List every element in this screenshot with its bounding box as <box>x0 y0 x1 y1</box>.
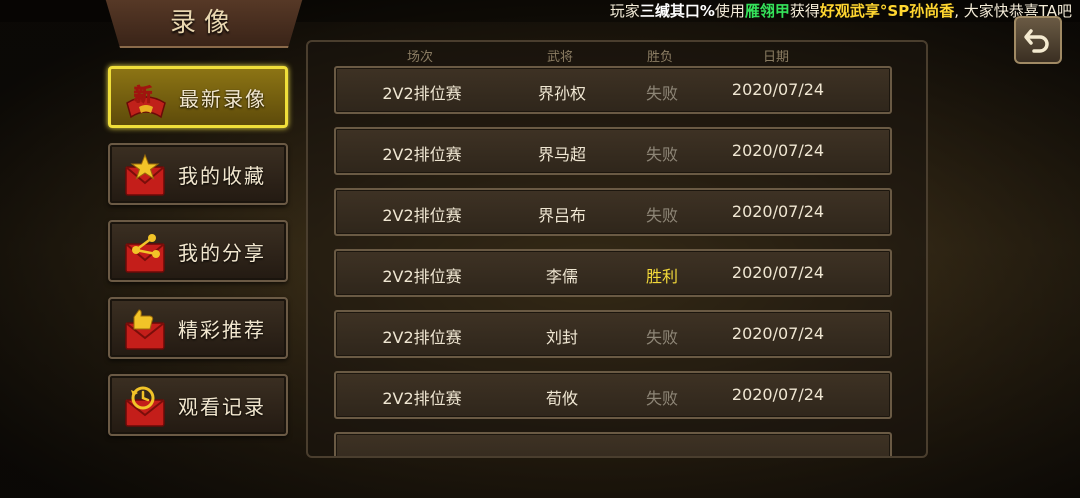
table-row[interactable]: 2V2排位赛 刘封 失败 2020/07/24 <box>334 310 892 358</box>
match-type-cell: 2V2排位赛 <box>382 145 462 164</box>
page-title: 录像 <box>104 0 304 48</box>
back-button[interactable] <box>1014 16 1062 64</box>
menu-item-label: 最新录像 <box>179 86 267 111</box>
page-title-text: 录像 <box>169 7 238 38</box>
result-cell: 失败 <box>645 84 679 103</box>
date-cell: 2020/07/24 <box>731 324 825 343</box>
match-type-cell: 2V2排位赛 <box>382 206 462 225</box>
date-cell: 2020/07/24 <box>731 80 825 99</box>
table-row-partial[interactable] <box>334 432 892 456</box>
new-ribbon-icon: 新 <box>126 84 166 119</box>
general-cell: 界马超 <box>537 145 587 164</box>
menu-item-latest[interactable]: 新 最新录像 <box>108 66 288 128</box>
ticker-reward-name: 好观武享°SP孙尚香 <box>819 2 955 20</box>
ticker-skin-name: 雁翎甲 <box>744 2 790 20</box>
table-row[interactable]: 2V2排位赛 界马超 失败 2020/07/24 <box>334 127 892 175</box>
general-cell: 刘封 <box>545 328 579 347</box>
menu-item-recommended[interactable]: 精彩推荐 <box>108 297 288 359</box>
column-header-match: 场次 <box>406 50 434 65</box>
date-cell: 2020/07/24 <box>731 385 825 404</box>
history-envelope-icon <box>125 386 165 427</box>
ticker-text: 获得 <box>789 2 820 20</box>
general-cell: 界吕布 <box>537 206 587 225</box>
result-cell: 胜利 <box>645 267 679 286</box>
replay-list-panel: 场次 武将 胜负 日期 2V2排位赛 界孙权 失败 2020/07/24 2V2… <box>306 40 928 458</box>
thumbs-up-envelope-icon <box>125 309 165 350</box>
column-header-general: 武将 <box>546 50 574 65</box>
table-row[interactable]: 2V2排位赛 界孙权 失败 2020/07/24 <box>334 66 892 114</box>
return-arrow-icon <box>1024 29 1049 53</box>
table-row[interactable]: 2V2排位赛 界吕布 失败 2020/07/24 <box>334 188 892 236</box>
new-badge-text: 新 <box>134 84 152 106</box>
table-row[interactable]: 2V2排位赛 李儒 胜利 2020/07/24 <box>334 249 892 297</box>
column-header-result: 胜负 <box>646 50 674 65</box>
table-row[interactable]: 2V2排位赛 荀攸 失败 2020/07/24 <box>334 371 892 419</box>
ticker-player-name: 三缄其口% <box>639 2 715 20</box>
match-type-cell: 2V2排位赛 <box>382 389 462 408</box>
match-type-cell: 2V2排位赛 <box>382 267 462 286</box>
general-cell: 荀攸 <box>545 389 579 408</box>
menu-item-share[interactable]: 我的分享 <box>108 220 288 282</box>
column-header-date: 日期 <box>762 50 790 65</box>
share-envelope-icon <box>125 234 165 273</box>
match-type-cell: 2V2排位赛 <box>382 84 462 103</box>
menu-item-label: 我的收藏 <box>178 163 266 188</box>
menu-item-label: 精彩推荐 <box>178 317 266 342</box>
result-cell: 失败 <box>645 145 679 164</box>
general-cell: 界孙权 <box>537 84 587 103</box>
result-cell: 失败 <box>645 389 679 408</box>
general-cell: 李儒 <box>545 267 579 286</box>
star-envelope-icon <box>125 153 165 196</box>
match-type-cell: 2V2排位赛 <box>382 328 462 347</box>
result-cell: 失败 <box>645 328 679 347</box>
ticker-text: 玩家 <box>609 2 640 20</box>
menu-item-history[interactable]: 观看记录 <box>108 374 288 436</box>
ticker-text: 使用 <box>714 2 745 20</box>
menu-item-label: 观看记录 <box>178 394 266 419</box>
date-cell: 2020/07/24 <box>731 263 825 282</box>
menu-item-favorites[interactable]: 我的收藏 <box>108 143 288 205</box>
date-cell: 2020/07/24 <box>731 141 825 160</box>
menu-item-label: 我的分享 <box>178 240 266 265</box>
date-cell: 2020/07/24 <box>731 202 825 221</box>
table-header: 场次 武将 胜负 日期 <box>308 42 926 68</box>
result-cell: 失败 <box>645 206 679 225</box>
